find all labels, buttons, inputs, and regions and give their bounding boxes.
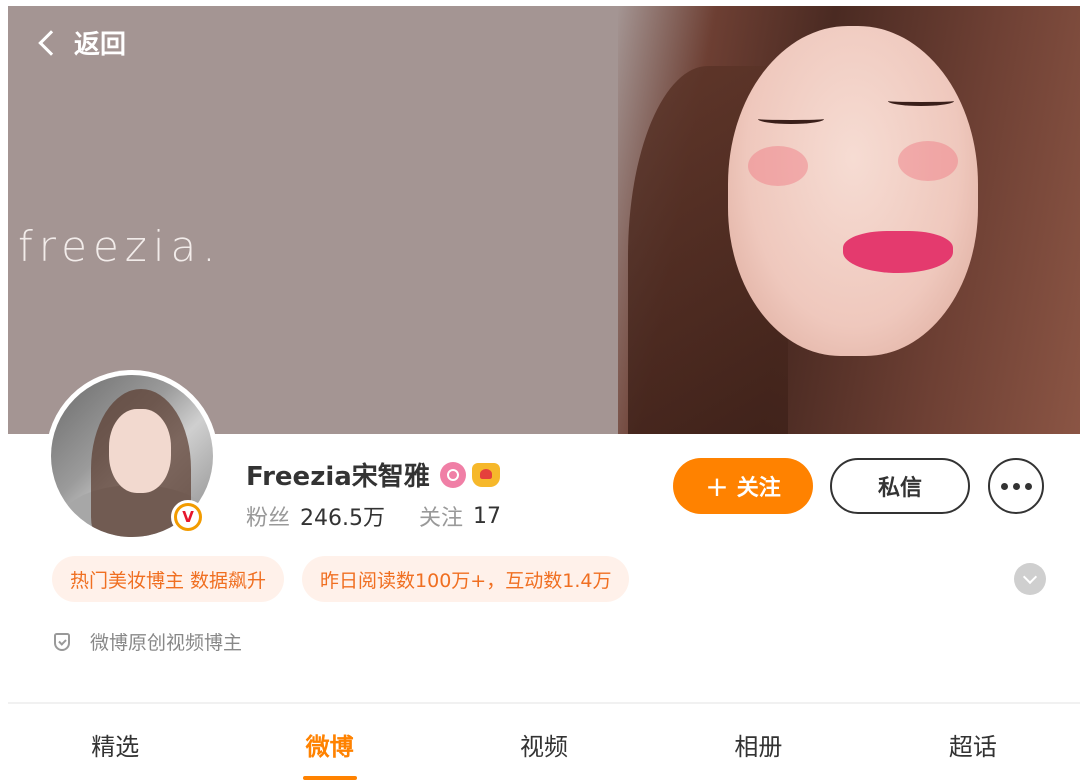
- message-label: 私信: [877, 476, 922, 501]
- expand-button[interactable]: [1014, 563, 1046, 595]
- fans-count[interactable]: 246.5万: [300, 500, 385, 532]
- tab-super-topic[interactable]: 超话: [866, 704, 1080, 783]
- verified-v-icon: V: [171, 500, 205, 534]
- tag-list: 热门美妆博主 数据飙升 昨日阅读数100万+，互动数1.4万: [52, 556, 630, 602]
- more-dots-icon: [1000, 482, 1008, 490]
- back-button[interactable]: 返回: [36, 24, 126, 61]
- profile-stats: 粉丝 246.5万 关注 17: [246, 500, 535, 532]
- message-button[interactable]: 私信: [830, 458, 970, 514]
- back-chevron-icon: [38, 29, 64, 56]
- tab-featured[interactable]: 精选: [8, 704, 222, 783]
- vip-pink-icon[interactable]: [439, 461, 466, 488]
- follow-button[interactable]: + 关注: [673, 458, 813, 514]
- following-count[interactable]: 17: [473, 504, 501, 529]
- name-row: Freezia宋智雅: [246, 456, 500, 493]
- profile-page: freezia. 返回 V Freezia宋智雅 粉丝 246.5万 关注 17…: [8, 6, 1080, 783]
- tab-bar: 精选 微博 视频 相册 超话: [8, 704, 1080, 783]
- cover-watermark: freezia.: [18, 222, 222, 271]
- verification-info: 微博原创视频博主: [54, 628, 242, 655]
- follow-label: 关注: [736, 476, 781, 501]
- back-label: 返回: [74, 30, 127, 60]
- more-button[interactable]: [988, 458, 1044, 514]
- tag-hot-beauty[interactable]: 热门美妆博主 数据飙升: [52, 556, 285, 602]
- gold-crown-icon[interactable]: [471, 462, 500, 487]
- cover-image: freezia. 返回: [8, 6, 1080, 434]
- shield-icon: [54, 632, 70, 651]
- cover-photo: [618, 6, 1080, 434]
- verification-text: 微博原创视频博主: [90, 632, 243, 654]
- tab-album[interactable]: 相册: [651, 704, 865, 783]
- profile-name: Freezia宋智雅: [246, 462, 430, 492]
- following-label: 关注: [419, 506, 464, 531]
- expand-chevron-icon: [1022, 569, 1038, 585]
- plus-icon: +: [705, 469, 729, 503]
- fans-label: 粉丝: [246, 506, 291, 531]
- tab-weibo[interactable]: 微博: [222, 704, 436, 783]
- tag-reads[interactable]: 昨日阅读数100万+，互动数1.4万: [302, 556, 630, 602]
- tab-video[interactable]: 视频: [437, 704, 651, 783]
